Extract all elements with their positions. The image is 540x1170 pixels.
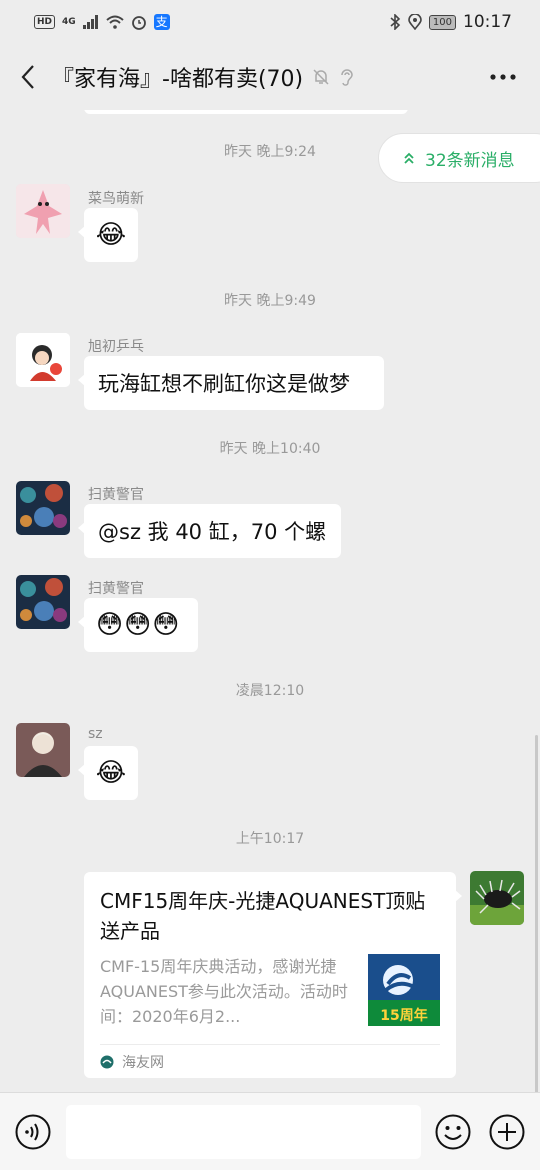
aquarium-avatar-icon [16, 575, 70, 629]
link-card-message[interactable]: CMF15周年庆-光捷AQUANEST顶贴送产品 CMF-15周年庆典活动，感谢… [84, 872, 462, 1078]
mute-bell-icon [313, 69, 329, 85]
chevron-left-icon [21, 65, 34, 89]
more-functions-button[interactable] [489, 1114, 525, 1154]
link-card-source-name: 海友网 [122, 1055, 164, 1071]
emoji-button[interactable] [435, 1114, 471, 1154]
more-dots-icon [490, 74, 516, 80]
message-timestamp: 昨天 晚上9:24 [224, 144, 316, 160]
message-bubble[interactable]: @sz 我 40 缸，70 个螺 [78, 504, 341, 558]
aquarium-avatar-icon [16, 481, 70, 535]
chat-header: 『家有海』-啥都有卖(70) [0, 44, 540, 110]
wifi-icon [106, 15, 124, 29]
message-list[interactable]: 32条新消息 昨天 晚上9:24 菜鸟萌新 😂 昨天 晚上9:49 旭初乒乓 玩… [0, 110, 540, 1092]
sender-name: 扫黄警官 [88, 487, 144, 503]
emoji-text: 😂 [95, 220, 127, 250]
link-card-description: CMF-15周年庆典活动，感谢光捷AQUANEST参与此次活动。活动时间：202… [100, 957, 348, 1026]
input-bar [0, 1092, 540, 1170]
ear-icon [341, 69, 353, 86]
message-text: @sz 我 40 缸，70 个螺 [98, 520, 327, 544]
scrollbar[interactable] [535, 735, 538, 1092]
divider [100, 1044, 440, 1045]
previous-message-bubble [84, 110, 408, 114]
hd-icon: HD [34, 15, 56, 29]
message-bubble[interactable]: 😂 [78, 746, 138, 800]
voice-icon [15, 1114, 51, 1150]
message-bubble[interactable]: 玩海缸想不刷缸你这是做梦 [78, 356, 384, 410]
message-timestamp: 昨天 晚上10:40 [219, 441, 321, 457]
smiley-icon [435, 1114, 471, 1150]
network-type: 4G [62, 17, 76, 27]
person-avatar-icon [16, 723, 70, 777]
signal-icon [82, 15, 98, 29]
sender-name: 扫黄警官 [88, 581, 144, 597]
page-title: 『家有海』-啥都有卖(70) [52, 67, 304, 92]
cartoon-avatar-icon [16, 333, 70, 387]
thumbnail-caption: 15周年 [380, 1007, 427, 1024]
location-icon [408, 14, 422, 30]
avatar[interactable] [16, 481, 70, 535]
alarm-icon [131, 16, 146, 30]
clock: 10:17 [463, 12, 512, 32]
voice-input-button[interactable] [15, 1114, 51, 1154]
status-bar: HD 4G 支 100 10:17 [0, 0, 540, 44]
message-bubble[interactable]: 😳😳😳 [78, 598, 198, 652]
message-text: 玩海缸想不刷缸你这是做梦 [98, 372, 350, 396]
message-timestamp: 凌晨12:10 [235, 683, 305, 699]
battery-icon: 100 [428, 14, 456, 30]
message-bubble[interactable]: 😂 [78, 208, 138, 262]
emoji-text: 😂 [95, 758, 127, 788]
link-card-thumbnail: 15周年 [368, 954, 440, 1026]
alipay-icon: 支 [153, 14, 170, 30]
emoji-text: 😳😳😳 [96, 610, 181, 640]
my-avatar[interactable] [470, 871, 524, 925]
sea-urchin-avatar-icon [470, 871, 524, 925]
link-card-title: CMF15周年庆-光捷AQUANEST顶贴送产品 [100, 889, 426, 943]
avatar[interactable] [16, 575, 70, 629]
message-input[interactable] [66, 1105, 421, 1159]
avatar[interactable] [16, 723, 70, 777]
sender-name: 菜鸟萌新 [88, 191, 144, 207]
plus-icon [489, 1114, 525, 1150]
avatar[interactable] [16, 184, 70, 238]
back-button[interactable] [0, 44, 56, 110]
link-card-source: 海友网 [100, 1052, 164, 1072]
bluetooth-icon [390, 14, 401, 30]
message-timestamp: 昨天 晚上9:49 [224, 293, 316, 309]
source-logo-icon [100, 1055, 114, 1069]
patrick-star-avatar-icon [16, 184, 70, 238]
sender-name: 旭初乒乓 [88, 339, 144, 355]
sender-name: sz [88, 726, 103, 742]
avatar[interactable] [16, 333, 70, 387]
message-timestamp: 上午10:17 [235, 831, 305, 847]
more-options-button[interactable] [488, 64, 518, 90]
